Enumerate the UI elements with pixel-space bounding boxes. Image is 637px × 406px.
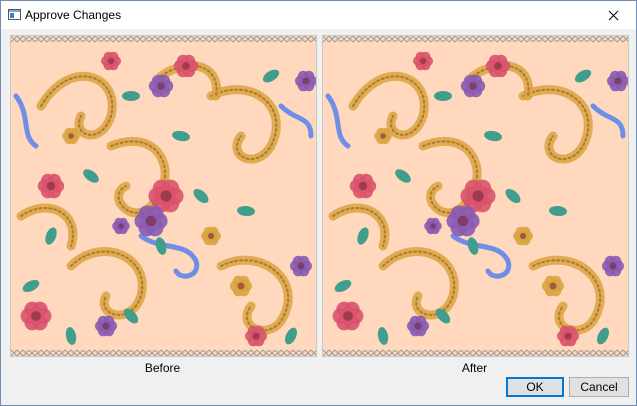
close-button[interactable] xyxy=(590,1,636,29)
flower xyxy=(513,226,533,246)
approve-changes-dialog: Approve Changes Before After OK Cancel xyxy=(0,0,637,406)
ok-button[interactable]: OK xyxy=(506,377,564,397)
after-pattern-image xyxy=(323,36,628,356)
close-icon xyxy=(608,10,618,20)
leaf xyxy=(434,91,452,101)
before-pattern-image xyxy=(11,36,316,356)
after-image-panel xyxy=(322,35,629,357)
cancel-button[interactable]: Cancel xyxy=(569,377,629,397)
after-caption: After xyxy=(461,361,488,375)
before-caption: Before xyxy=(144,361,181,375)
flower xyxy=(201,226,221,246)
title-bar: Approve Changes xyxy=(1,1,636,29)
before-image-panel xyxy=(10,35,317,357)
window-title: Approve Changes xyxy=(25,8,122,22)
leaf xyxy=(122,91,140,101)
app-window-icon xyxy=(8,9,21,20)
